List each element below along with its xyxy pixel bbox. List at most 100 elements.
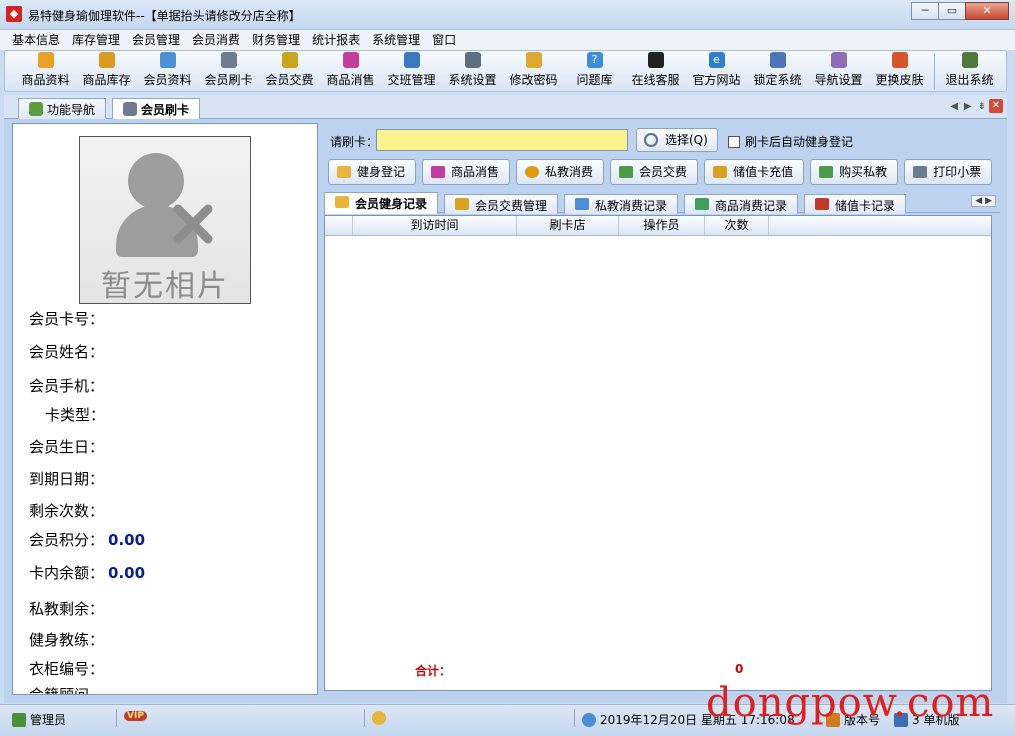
tab-member-swipe[interactable]: 会员刷卡 [112,98,201,120]
toolbar-shift-button[interactable]: 交班管理 [381,51,442,91]
toolbar-exit-button[interactable]: 退出系统 [939,51,1000,91]
toolbar-label: 交班管理 [387,73,436,87]
toolbar-member-info-button[interactable]: 会员资料 [137,51,198,91]
field-member-phone: 会员手机： [29,375,108,396]
toolbar-separator [934,53,935,89]
tab-prev-icon[interactable]: ◀ [950,101,958,112]
menu-window[interactable]: 窗口 [426,30,462,50]
tab-stored-card-records[interactable]: 储值卡记录 [804,194,907,214]
toolbar-sales-button[interactable]: 商品消售 [320,51,381,91]
tab-private-coach-records[interactable]: 私教消费记录 [564,194,679,214]
field-label: 会员卡号： [29,310,105,328]
vip-badge-icon: VIP [124,711,147,721]
action-label: 健身登记 [357,165,406,179]
fitness-checkin-button[interactable]: 健身登记 [328,159,417,185]
toolbar-payment-button[interactable]: 会员交费 [259,51,320,91]
action-label: 私教消费 [545,165,594,179]
field-remaining-times: 剩余次数： [29,500,108,521]
toolbar-label: 商品消售 [326,73,375,87]
toolbar-label: 锁定系统 [753,73,802,87]
toolbar-label: 会员资料 [143,73,192,87]
status-separator [364,709,365,727]
toolbar-label: 商品资料 [21,73,70,87]
toolbar-faq-button[interactable]: ? 问题库 [564,51,625,91]
private-coach-consume-button[interactable]: 私教消费 [516,159,605,185]
total-label: 合计： [415,664,452,678]
minimize-button[interactable]: ─ [911,2,939,20]
action-label: 购买私教 [839,165,888,179]
clock-icon [582,712,596,727]
menu-member-consume[interactable]: 会员消费 [186,30,246,50]
nav-settings-icon [830,52,847,68]
auto-checkin-checkbox[interactable]: 刷卡后自动健身登记 [728,133,853,150]
settings-icon [464,52,481,68]
tab-list-icon[interactable]: ⇟ [978,101,986,112]
card-number-input[interactable] [376,129,628,151]
toolbar-card-swipe-button[interactable]: 会员刷卡 [198,51,259,91]
field-label: 私教剩余： [29,600,105,618]
stored-card-recharge-button[interactable]: 储值卡充值 [704,159,805,185]
menu-finance[interactable]: 财务管理 [246,30,306,50]
toolbar-password-button[interactable]: 修改密码 [503,51,564,91]
toolbar-website-button[interactable]: e 官方网站 [686,51,747,91]
card-swipe-icon [123,102,137,116]
tab-fitness-records[interactable]: 会员健身记录 [324,192,439,214]
menu-reports[interactable]: 统计报表 [306,30,366,50]
action-label: 储值卡充值 [733,165,794,179]
tab-next-icon[interactable]: ▶ [964,101,972,112]
tab-payment-management[interactable]: 会员交费管理 [444,194,559,214]
card-icon [815,198,829,210]
skin-icon [891,52,908,68]
toolbar-support-button[interactable]: 在线客服 [625,51,686,91]
column-header-count[interactable]: 次数 [705,216,769,235]
window-controls: ─ ▭ ✕ [911,2,1009,20]
field-value: 0.00 [108,531,146,549]
search-icon [644,133,658,147]
record-tab-scroll[interactable]: ◀ ▶ [971,195,996,207]
member-payment-button[interactable]: 会员交费 [610,159,699,185]
action-label: 会员交费 [639,165,688,179]
exit-icon [961,52,978,68]
menu-member[interactable]: 会员管理 [126,30,186,50]
buy-private-coach-button[interactable]: 购买私教 [810,159,899,185]
action-label: 商品消售 [451,165,500,179]
field-label: 会员积分： [29,531,105,549]
status-user-label: 管理员 [30,713,67,727]
column-header-store[interactable]: 刷卡店 [517,216,619,235]
field-label: 会员姓名： [29,343,105,361]
tab-close-icon[interactable]: ✕ [989,99,1003,113]
field-label: 到期日期： [29,470,105,488]
tab-label: 功能导航 [47,103,96,117]
title-bar: ◆ 易特健身瑜伽理软件--【单据抬头请修改分店全称】 ─ ▭ ✕ [0,0,1015,30]
close-button[interactable]: ✕ [965,2,1009,20]
select-member-button[interactable]: 选择(Q) [636,128,718,152]
tab-label: 私教消费记录 [595,199,668,213]
tab-product-consume-records[interactable]: 商品消费记录 [684,194,799,214]
column-header-operator[interactable]: 操作员 [619,216,705,235]
print-receipt-button[interactable]: 打印小票 [904,159,993,185]
column-header-indicator[interactable] [325,216,353,235]
status-separator [574,709,575,727]
toolbar-inventory-button[interactable]: 商品库存 [76,51,137,91]
product-sales-button[interactable]: 商品消售 [422,159,511,185]
member-photo: 暂无相片 [79,136,251,304]
menu-basic-info[interactable]: 基本信息 [6,30,66,50]
toolbar-product-info-button[interactable]: 商品资料 [15,51,76,91]
maximize-button[interactable]: ▭ [938,2,966,20]
column-header-visit-time[interactable]: 到访时间 [353,216,517,235]
toolbar-label: 在线客服 [631,73,680,87]
tab-function-nav[interactable]: 功能导航 [18,98,107,119]
checkbox-box[interactable] [728,135,740,148]
home-icon [29,102,43,116]
checkin-icon [337,166,351,178]
toolbar-settings-button[interactable]: 系统设置 [442,51,503,91]
toolbar-skin-button[interactable]: 更换皮肤 [869,51,930,91]
coin-icon [525,166,540,178]
payment-icon [281,52,298,68]
menu-system[interactable]: 系统管理 [366,30,426,50]
menu-inventory[interactable]: 库存管理 [66,30,126,50]
toolbar-lock-button[interactable]: 锁定系统 [747,51,808,91]
field-label: 会员手机： [29,377,105,395]
toolbar-nav-settings-button[interactable]: 导航设置 [808,51,869,91]
select-button-label: 选择(Q) [665,133,708,147]
